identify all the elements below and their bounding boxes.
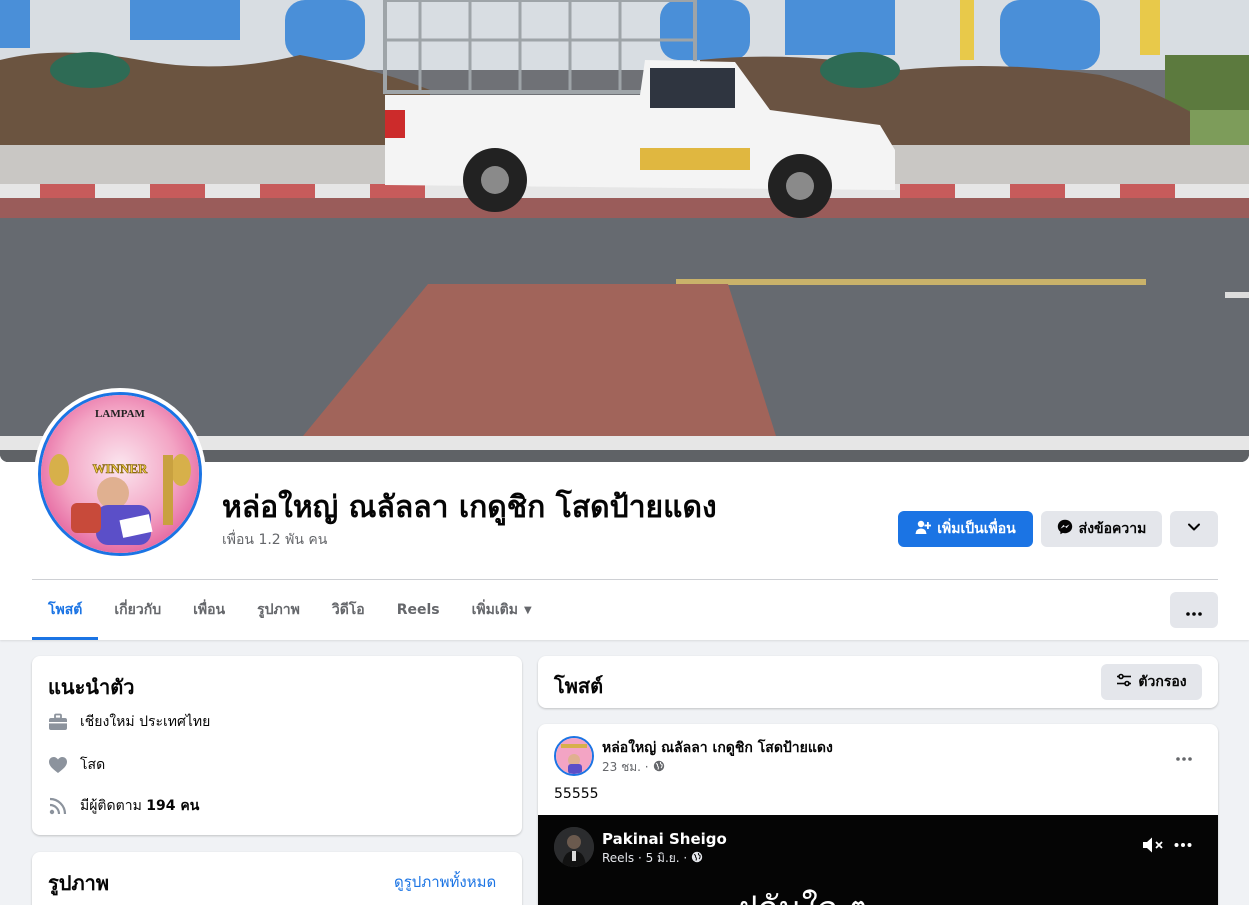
briefcase-icon	[48, 712, 68, 732]
add-friend-button[interactable]: เพิ่มเป็นเพื่อน	[898, 511, 1033, 547]
chevron-down-icon	[1187, 520, 1201, 538]
post-time[interactable]: 23 ชม. ·	[602, 758, 649, 777]
reel-meta: Reels · 5 มิ.ย. ·	[602, 849, 703, 868]
cover-photo[interactable]	[0, 0, 1249, 462]
add-friend-icon	[915, 519, 932, 539]
intro-relationship-row: โสด	[48, 754, 105, 776]
filter-label: ตัวกรอง	[1138, 674, 1187, 690]
message-button[interactable]: ส่งข้อความ	[1041, 511, 1162, 547]
tab-photos-label: รูปภาพ	[257, 602, 300, 618]
tab-reels[interactable]: Reels	[381, 580, 456, 640]
tab-more-label: เพิ่มเติม	[471, 602, 518, 618]
tab-posts[interactable]: โพสต์	[32, 580, 99, 640]
volume-muted-icon	[1142, 837, 1164, 859]
intro-followers-text: มีผู้ติดตาม 194 คน	[80, 795, 199, 817]
reel-author-avatar[interactable]	[554, 827, 594, 867]
tab-reels-label: Reels	[396, 602, 440, 618]
tab-posts-label: โพสต์	[48, 602, 83, 618]
followers-count[interactable]: 194 คน	[146, 798, 199, 814]
tab-about[interactable]: เกี่ยวกับ	[98, 580, 177, 640]
tab-friends-label: เพื่อน	[193, 602, 226, 618]
post-meta: 23 ชม. ·	[602, 758, 665, 777]
intro-relationship-text: โสด	[80, 757, 106, 773]
followers-prefix: มีผู้ติดตาม	[80, 798, 147, 814]
caret-down-icon: ▼	[523, 604, 532, 616]
intro-location-row: เชียงใหม่ ประเทศไทย	[48, 711, 210, 733]
mute-button[interactable]	[1142, 835, 1164, 859]
globe-icon	[653, 760, 665, 775]
shared-reel[interactable]: Pakinai Sheigo Reels · 5 มิ.ย. · ฝกันใจ …	[538, 815, 1218, 905]
avatar-image: LAMPAM WINNER	[38, 392, 202, 556]
message-label: ส่งข้อความ	[1078, 521, 1147, 537]
intro-location-text: เชียงใหม่ ประเทศไทย	[80, 714, 211, 730]
reel-caption: ฝกันใจ ๆ	[738, 881, 867, 905]
reel-meta-text[interactable]: Reels · 5 มิ.ย. ·	[602, 849, 687, 868]
post-author-name[interactable]: หล่อใหญ่ ณลัลลา เกดูชิก โสดป้ายแดง	[602, 737, 833, 759]
tabs-overflow-button[interactable]	[1170, 592, 1218, 628]
avatar-text-top: LAMPAM	[95, 408, 146, 420]
photos-title: รูปภาพ	[48, 871, 110, 895]
sliders-icon	[1116, 672, 1132, 692]
profile-name: หล่อใหญ่ ณลัลลา เกดูชิก โสดป้ายแดง	[222, 490, 717, 525]
friend-count[interactable]: เพื่อน 1.2 พัน คน	[222, 529, 327, 551]
tab-videos[interactable]: วิดีโอ	[316, 580, 381, 640]
cover-photo-image	[0, 0, 1249, 462]
post-text: 55555	[554, 786, 599, 802]
more-horizontal-icon	[1174, 840, 1192, 859]
more-horizontal-icon	[1186, 601, 1202, 620]
see-all-photos-link[interactable]: ดูรูปภาพทั้งหมด	[394, 870, 496, 894]
tab-about-label: เกี่ยวกับ	[114, 602, 162, 618]
tab-photos[interactable]: รูปภาพ	[241, 580, 316, 640]
reel-author-name[interactable]: Pakinai Sheigo	[602, 830, 727, 848]
post-author-avatar[interactable]	[554, 736, 594, 776]
profile-tabs: โพสต์ เกี่ยวกับ เพื่อน รูปภาพ วิดีโอ Ree…	[32, 580, 548, 640]
post-options-button[interactable]	[1167, 738, 1201, 772]
intro-title: แนะนำตัว	[48, 675, 135, 699]
tab-more[interactable]: เพิ่มเติม ▼	[456, 580, 548, 640]
profile-avatar[interactable]: LAMPAM WINNER	[34, 388, 206, 560]
filter-button[interactable]: ตัวกรอง	[1101, 664, 1202, 700]
more-options-button[interactable]	[1170, 511, 1218, 547]
globe-icon	[691, 851, 703, 866]
posts-title: โพสต์	[554, 674, 604, 698]
tab-videos-label: วิดีโอ	[331, 602, 365, 618]
reel-options-button[interactable]	[1174, 835, 1192, 859]
intro-followers-row: มีผู้ติดตาม 194 คน	[48, 795, 199, 817]
avatar-text-bottom: WINNER	[93, 461, 149, 476]
more-horizontal-icon	[1176, 746, 1192, 765]
heart-icon	[48, 755, 68, 775]
profile-header: LAMPAM WINNER หล่อใหญ่ ณลัลลา เกดูชิก โส…	[0, 0, 1249, 640]
tab-friends[interactable]: เพื่อน	[177, 580, 241, 640]
add-friend-label: เพิ่มเป็นเพื่อน	[937, 521, 1016, 537]
rss-icon	[48, 796, 68, 816]
messenger-icon	[1057, 519, 1073, 539]
